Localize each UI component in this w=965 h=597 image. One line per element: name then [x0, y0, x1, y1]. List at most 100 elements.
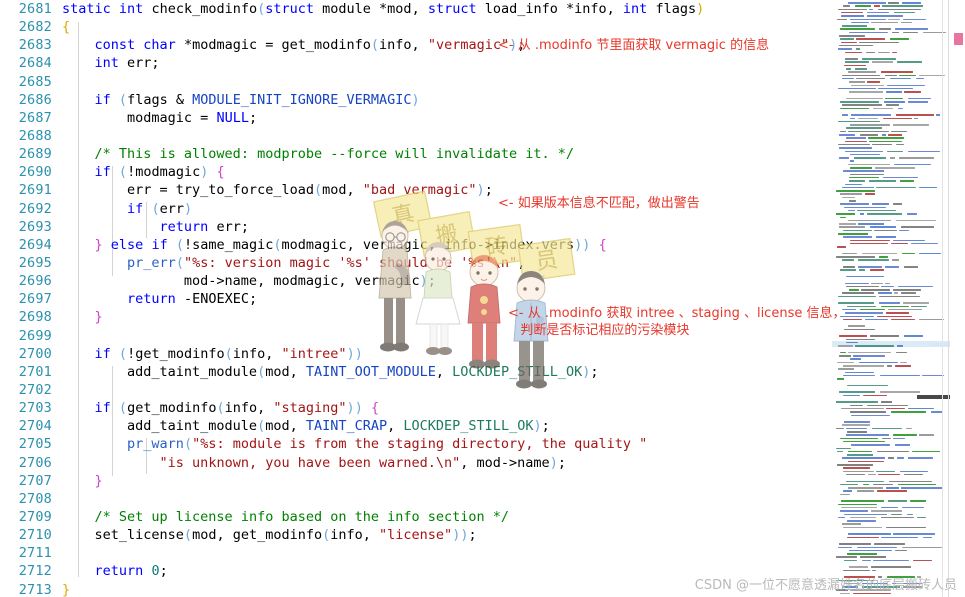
code-line[interactable]: 2686 if (flags & MODULE_INIT_IGNORE_VERM… [0, 91, 832, 109]
code-line[interactable]: 2682 { [0, 18, 832, 36]
minimap-line-segment [911, 242, 938, 245]
code-line-text[interactable]: if (!get_modinfo(info, "intree")) [62, 345, 832, 363]
code-line[interactable]: 2706 "is unknown, you have been warned.\… [0, 454, 832, 472]
code-line-text[interactable]: mod->name, modmagic, vermagic); [62, 272, 832, 290]
code-line[interactable]: 2692 if (err) [0, 200, 832, 218]
line-number: 2712 [18, 563, 52, 580]
line-number: 2690 [18, 164, 52, 181]
code-line[interactable]: 2710 set_license(mod, get_modinfo(info, … [0, 526, 832, 544]
code-line[interactable]: 2700 if (!get_modinfo(info, "intree")) [0, 345, 832, 363]
code-token: *modmagic = get_modinfo [175, 37, 371, 54]
code-line-text[interactable]: } else if (!same_magic(modmagic, vermagi… [62, 236, 832, 254]
code-lines[interactable]: 2681 static int check_modinfo(struct modu… [0, 0, 832, 597]
code-line-text[interactable]: modmagic = NULL; [62, 109, 832, 127]
minimap-line-segment [836, 190, 875, 192]
minimap-line-segment [840, 216, 846, 219]
code-line[interactable]: 2690 if (!modmagic) { [0, 163, 832, 181]
code-line[interactable]: 2702 [0, 381, 832, 399]
code-line-text[interactable]: int err; [62, 54, 832, 72]
code-line-text[interactable] [62, 127, 832, 145]
code-line-text[interactable]: add_taint_module(mod, TAINT_OOT_MODULE, … [62, 363, 832, 381]
code-token: err; [118, 55, 160, 72]
minimap-line-segment [865, 193, 875, 195]
code-line[interactable]: 2701 add_taint_module(mod, TAINT_OOT_MOD… [0, 363, 832, 381]
code-line[interactable]: 2703 if (get_modinfo(info, "staging")) { [0, 399, 832, 417]
minimap-line-segment [844, 64, 866, 67]
code-token: "intree" [281, 345, 347, 362]
code-line[interactable]: 2694 } else if (!same_magic(modmagic, ve… [0, 236, 832, 254]
minimap-line-segment [919, 318, 944, 321]
code-line-text[interactable]: /* This is allowed: modprobe --force wil… [62, 145, 832, 163]
code-line-text[interactable]: err = try_to_force_load(mod, "bad vermag… [62, 181, 832, 199]
code-line-text[interactable]: add_taint_module(mod, TAINT_CRAP, LOCKDE… [62, 417, 832, 435]
minimap-line-segment [907, 513, 913, 516]
code-line-text[interactable]: pr_err("%s: version magic '%s' should be… [62, 254, 832, 272]
minimap-line-segment [842, 424, 870, 426]
code-line[interactable]: 2687 modmagic = NULL; [0, 109, 832, 127]
minimap-line-segment [840, 130, 846, 133]
code-line[interactable]: 2709 /* Set up license info based on the… [0, 508, 832, 526]
code-line-text[interactable]: "is unknown, you have been warned.\n", m… [62, 454, 832, 472]
code-token: /* This is allowed: modprobe --force wil… [94, 146, 575, 163]
code-line-text[interactable] [62, 490, 832, 508]
code-line[interactable]: 2689 /* This is allowed: modprobe --forc… [0, 145, 832, 163]
minimap-line-segment [843, 5, 850, 7]
code-token: ; [159, 563, 168, 580]
minimap-line-segment [881, 401, 892, 403]
minimap-line-segment [877, 450, 909, 453]
code-line[interactable]: 2705 pr_warn("%s: module is from the sta… [0, 435, 832, 453]
code-line[interactable]: 2681 static int check_modinfo(struct modu… [0, 0, 832, 18]
code-line[interactable]: 2684 int err; [0, 54, 832, 72]
minimap-line-segment [877, 315, 912, 318]
minimap-line-segment [842, 259, 854, 261]
code-line-text[interactable] [62, 544, 832, 562]
code-line-text[interactable]: if (!modmagic) { [62, 163, 832, 181]
code-token: NULL [216, 109, 249, 126]
overview-ruler-pink-mark[interactable] [954, 33, 963, 45]
code-line-text[interactable]: /* Set up license info based on the info… [62, 508, 832, 526]
code-line[interactable]: 2688 [0, 127, 832, 145]
code-line[interactable]: 2711 [0, 544, 832, 562]
code-token: "license" [379, 527, 453, 544]
code-line-text[interactable]: set_license(mod, get_modinfo(info, "lice… [62, 526, 832, 544]
code-line-text[interactable]: } [62, 472, 832, 490]
minimap-line-segment [894, 11, 915, 14]
line-number: 2683 [18, 37, 52, 54]
minimap-line-segment [836, 447, 851, 450]
code-line[interactable]: 2707 } [0, 472, 832, 490]
minimap-line-segment [880, 391, 920, 393]
code-pane[interactable]: 2681 static int check_modinfo(struct modu… [0, 0, 832, 597]
code-line-text[interactable]: if (get_modinfo(info, "staging")) { [62, 399, 832, 417]
code-token: ) [346, 345, 355, 362]
code-editor[interactable]: 2681 static int check_modinfo(struct modu… [0, 0, 965, 597]
code-token: ( [118, 164, 128, 181]
code-line-text[interactable]: static int check_modinfo(struct module *… [62, 0, 832, 18]
code-line[interactable]: 2693 return err; [0, 218, 832, 236]
code-token: { [62, 19, 71, 36]
code-line[interactable]: 2695 pr_err("%s: version magic '%s' shou… [0, 254, 832, 272]
code-line[interactable]: 2691 err = try_to_force_load(mod, "bad v… [0, 181, 832, 199]
code-token: !modmagic [127, 164, 201, 181]
minimap-line-segment [843, 526, 882, 529]
code-line[interactable]: 2696 mod->name, modmagic, vermagic); [0, 272, 832, 290]
code-line[interactable]: 2685 [0, 73, 832, 91]
minimap-line-segment [842, 523, 861, 525]
code-line-text[interactable] [62, 381, 832, 399]
code-line[interactable]: 2704 add_taint_module(mod, TAINT_CRAP, L… [0, 417, 832, 435]
minimap-line-segment [876, 186, 916, 189]
code-line-text[interactable]: if (err) [62, 200, 832, 218]
code-line-text[interactable] [62, 73, 832, 91]
code-line[interactable]: 2708 [0, 490, 832, 508]
code-line-text[interactable]: if (flags & MODULE_INIT_IGNORE_VERMAGIC) [62, 91, 832, 109]
code-line-text[interactable]: return err; [62, 218, 832, 236]
minimap-line-segment [891, 318, 915, 321]
minimap-line-segment [837, 464, 873, 466]
code-line-text[interactable]: pr_warn("%s: module is from the staging … [62, 435, 832, 453]
code-minimap[interactable] [832, 0, 950, 597]
code-line-text[interactable]: { [62, 18, 832, 36]
minimap-viewport-bar[interactable] [917, 395, 950, 399]
minimap-line-segment [908, 101, 928, 103]
